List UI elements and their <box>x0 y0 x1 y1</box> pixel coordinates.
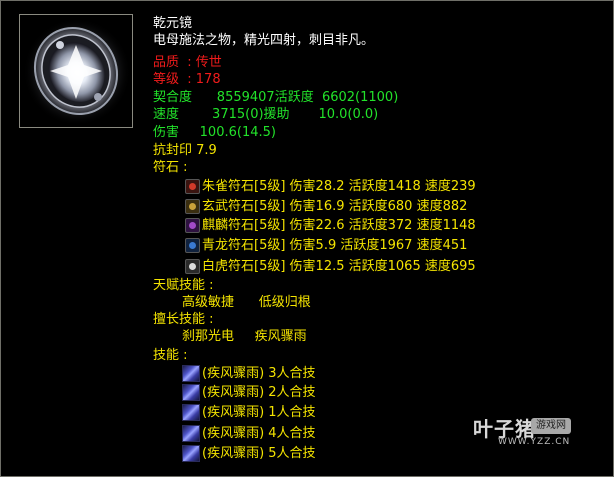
rune-row[interactable]: 朱雀符石[5级] 伤害28.2 活跃度1418 速度239 <box>185 177 476 196</box>
skill-icon <box>182 403 200 421</box>
skill-text: (疾风骤雨) 5人合技 <box>202 445 316 461</box>
stat-damage: 伤害 100.6(14.5) <box>153 125 276 140</box>
runes-header: 符石 : <box>153 160 188 175</box>
qinglong-rune-icon <box>185 238 200 253</box>
skill-icon <box>182 444 200 462</box>
item-tooltip: 乾元镜 电母施法之物，精光四射，刺目非凡。 品质 : 传世 等级 : 178 契… <box>0 0 614 477</box>
specialty-skills: 刹那光电 疾风骤雨 <box>182 329 307 344</box>
zhuque-rune-icon <box>185 179 200 194</box>
skill-text: (疾风骤雨) 4人合技 <box>202 425 316 441</box>
skill-icon <box>182 383 200 401</box>
rune-row[interactable]: 白虎符石[5级] 伤害12.5 活跃度1065 速度695 <box>185 257 476 276</box>
rune-text: 白虎符石[5级] 伤害12.5 活跃度1065 速度695 <box>202 259 476 274</box>
rune-dot <box>189 203 196 210</box>
rune-row[interactable]: 玄武符石[5级] 伤害16.9 活跃度680 速度882 <box>185 197 467 216</box>
rune-dot <box>189 183 196 190</box>
skill-text: (疾风骤雨) 1人合技 <box>202 404 316 420</box>
rune-dot <box>189 242 196 249</box>
watermark-url: WWW.YZZ.CN <box>498 437 571 447</box>
watermark-badge: 游戏网 <box>531 418 571 434</box>
skill-icon <box>182 364 200 382</box>
rune-text: 玄武符石[5级] 伤害16.9 活跃度680 速度882 <box>202 199 468 214</box>
talent-header: 天赋技能 : <box>153 278 214 293</box>
rune-text: 麒麟符石[5级] 伤害22.6 活跃度372 速度1148 <box>202 218 476 233</box>
skill-text: (疾风骤雨) 3人合技 <box>202 365 316 381</box>
skill-icon <box>182 424 200 442</box>
talent-skills: 高级敏捷 低级归根 <box>182 295 311 310</box>
mirror-item-icon <box>20 15 132 127</box>
skill-row[interactable]: (疾风骤雨) 4人合技 <box>182 424 316 442</box>
item-quality: 品质 : 传世 <box>153 55 222 70</box>
skills-header: 技能 : <box>153 348 188 363</box>
item-name: 乾元镜 <box>153 16 193 31</box>
item-description: 电母施法之物，精光四射，刺目非凡。 <box>153 33 375 48</box>
skill-text: (疾风骤雨) 2人合技 <box>202 384 316 400</box>
stat-speed: 速度 3715(0)援助 10.0(0.0) <box>153 107 379 122</box>
skill-row[interactable]: (疾风骤雨) 1人合技 <box>182 403 316 421</box>
rune-dot <box>189 222 196 229</box>
baihu-rune-icon <box>185 259 200 274</box>
qilin-rune-icon <box>185 218 200 233</box>
stat-anti-seal: 抗封印 7.9 <box>153 143 217 158</box>
skill-row[interactable]: (疾风骤雨) 2人合技 <box>182 383 316 401</box>
skill-row[interactable]: (疾风骤雨) 3人合技 <box>182 364 316 382</box>
item-level: 等级 : 178 <box>153 72 221 87</box>
xuanwu-rune-icon <box>185 199 200 214</box>
skill-row[interactable]: (疾风骤雨) 5人合技 <box>182 444 316 462</box>
site-watermark: 叶子猪 游戏网 WWW.YZZ.CN <box>473 411 601 447</box>
rune-text: 青龙符石[5级] 伤害5.9 活跃度1967 速度451 <box>202 238 468 253</box>
rune-row[interactable]: 麒麟符石[5级] 伤害22.6 活跃度372 速度1148 <box>185 216 476 235</box>
item-image-frame <box>19 14 133 128</box>
rune-dot <box>189 263 196 270</box>
rune-row[interactable]: 青龙符石[5级] 伤害5.9 活跃度1967 速度451 <box>185 236 467 255</box>
specialty-header: 擅长技能 : <box>153 312 214 327</box>
stat-affinity: 契合度 8559407活跃度 6602(1100) <box>153 90 399 105</box>
rune-text: 朱雀符石[5级] 伤害28.2 活跃度1418 速度239 <box>202 179 476 194</box>
